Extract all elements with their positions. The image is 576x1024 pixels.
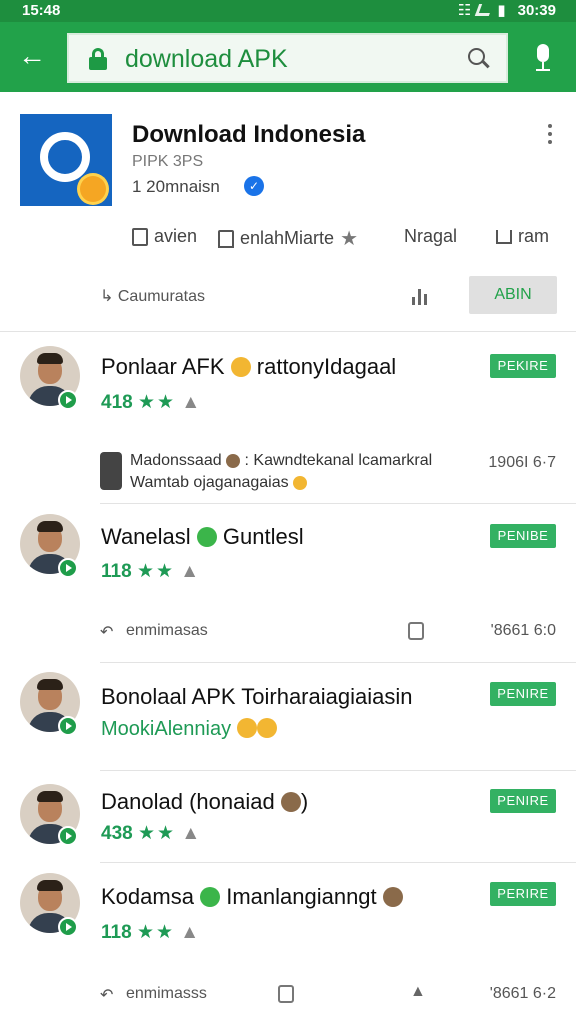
emoji-icon xyxy=(196,527,217,547)
result-badge[interactable]: PENIRE xyxy=(490,789,556,813)
play-badge-icon xyxy=(58,558,78,578)
app-title: Download Indonesia xyxy=(132,121,366,148)
app-actions: avien enlahMiarte ★ Nragal ram xyxy=(130,226,560,256)
message-row[interactable]: Madonssaad : Kawndtekanal lcamarkral Wam… xyxy=(100,450,560,500)
back-arrow-icon[interactable]: ← xyxy=(18,42,48,72)
lock-icon xyxy=(89,48,107,70)
microphone-icon[interactable] xyxy=(532,44,554,74)
thumbs-up-icon: ▲ xyxy=(180,922,200,943)
verified-icon: ✓ xyxy=(244,176,264,196)
result-badge[interactable]: PENIRE xyxy=(490,682,556,706)
result-title[interactable]: Kodamsa Imanlangianngt xyxy=(101,884,403,910)
bookmark-icon xyxy=(218,229,234,248)
result-badge[interactable]: PENIBE xyxy=(490,524,556,548)
message-line-2: Wamtab ojaganagaias xyxy=(130,474,308,492)
action-enlahmiarte[interactable]: enlahMiarte ★ xyxy=(218,226,358,251)
app-icon[interactable] xyxy=(20,114,112,206)
status-clock: 30:39 xyxy=(517,1,556,19)
bar-chart-icon[interactable] xyxy=(410,285,432,305)
bookmark-icon[interactable] xyxy=(408,622,424,640)
signal-icon xyxy=(475,4,494,16)
action-nragal[interactable]: Nragal xyxy=(404,226,457,247)
result-title[interactable]: Wanelasl Guntlesl xyxy=(101,524,304,550)
result-rating: 438 ★★ ▲ xyxy=(101,823,201,844)
divider xyxy=(100,862,576,863)
status-time: 15:48 xyxy=(22,2,61,19)
sun-badge-icon xyxy=(80,176,106,202)
result-rating: 418 ★★ ▲ xyxy=(101,392,201,413)
divider xyxy=(100,503,576,504)
square-icon xyxy=(132,227,148,246)
play-badge-icon xyxy=(58,826,78,846)
caption-text: ↳ Caumuratas xyxy=(100,288,206,305)
result-subtitle: MookiAlenniay xyxy=(101,718,277,741)
emoji-icon xyxy=(256,718,277,738)
phone-icon xyxy=(100,452,122,490)
status-bar: 15:48 ☷ ▮ 30:39 xyxy=(0,0,576,22)
app-developer: PIPK 3PS xyxy=(132,153,204,170)
message-count: 1906I 6·7 xyxy=(488,454,556,471)
result-footer: ↶ enmimasas '8661 6:0 xyxy=(100,622,556,642)
result-footer: ↶ enmimasss ▲ '8661 6·2 xyxy=(100,983,556,1005)
result-badge[interactable]: PEKIRE xyxy=(490,354,556,378)
emoji-icon xyxy=(200,887,221,907)
more-options-icon[interactable] xyxy=(545,124,555,148)
emoji-icon xyxy=(382,887,403,907)
result-title[interactable]: Bonolaal APK Toirharaiagiaiasin xyxy=(101,684,412,710)
search-input[interactable] xyxy=(125,45,455,74)
star-icon: ★ xyxy=(340,228,358,250)
emoji-icon xyxy=(236,718,257,738)
thumbs-up-icon: ▲ xyxy=(181,823,201,844)
play-badge-icon xyxy=(58,917,78,937)
thumbs-up-icon: ▲ xyxy=(181,392,201,413)
search-icon[interactable] xyxy=(468,48,490,70)
app-installs: 1 20mnaisn xyxy=(132,177,220,196)
share-icon[interactable]: ↶ xyxy=(100,622,113,642)
bar-chart-icon[interactable]: ▲ xyxy=(410,983,426,1001)
result-badge[interactable]: PERIRE xyxy=(490,882,556,906)
result-rating: 118 ★★ ▲ xyxy=(101,922,200,943)
play-badge-icon xyxy=(58,716,78,736)
emoji-icon xyxy=(280,792,301,812)
result-rating: 118 ★★ ▲ xyxy=(101,561,200,582)
result-title[interactable]: Danolad (honaiad ) xyxy=(101,789,308,815)
wifi-icon: ☷ xyxy=(457,2,472,19)
action-ram[interactable]: ram xyxy=(496,226,549,247)
battery-icon: ▮ xyxy=(497,2,506,19)
emoji-icon xyxy=(226,454,241,468)
message-line-1: Madonssaad : Kawndtekanal lcamarkral xyxy=(130,452,433,469)
status-icons: ☷ ▮ 30:39 xyxy=(457,1,556,20)
action-avien[interactable]: avien xyxy=(132,226,197,247)
checkbox-icon[interactable] xyxy=(278,985,294,1003)
search-box[interactable] xyxy=(67,33,508,83)
emoji-icon xyxy=(293,476,308,490)
emoji-icon xyxy=(230,357,251,377)
divider xyxy=(100,662,576,663)
primary-action-button[interactable]: ABIN xyxy=(469,276,557,314)
search-app-bar: ← xyxy=(0,22,576,92)
divider xyxy=(100,770,576,771)
share-icon xyxy=(496,229,512,244)
divider xyxy=(0,331,576,332)
play-badge-icon xyxy=(58,390,78,410)
thumbs-up-icon: ▲ xyxy=(180,561,200,582)
result-title[interactable]: Ponlaar AFK rattonyIdagaal xyxy=(101,354,396,380)
share-icon[interactable]: ↶ xyxy=(100,985,113,1005)
app-caption-row: ↳ Caumuratas ABIN xyxy=(100,276,560,315)
